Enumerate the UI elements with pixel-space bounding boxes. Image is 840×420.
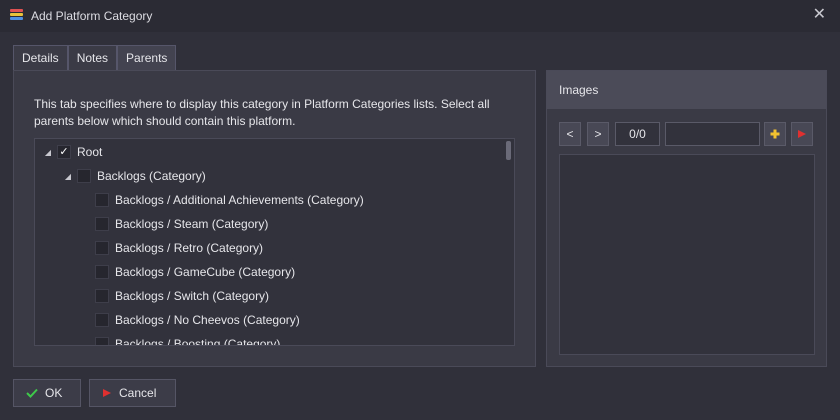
checkbox[interactable]	[95, 193, 109, 207]
image-preview-area	[559, 154, 815, 355]
tree-item-label: Backlogs / Steam (Category)	[115, 217, 269, 231]
tree-item-backlogs[interactable]: ◢ Backlogs (Category)	[63, 164, 206, 188]
tree-item-label: Backlogs / Boosting (Category)	[115, 337, 281, 346]
ok-button[interactable]: OK	[13, 379, 81, 407]
app-stripes-icon	[10, 9, 23, 22]
tree-item-label: Backlogs / No Cheevos (Category)	[115, 313, 300, 327]
ok-label: OK	[45, 386, 63, 400]
checkbox[interactable]	[77, 169, 91, 183]
tree-item[interactable]: Backlogs / Switch (Category)	[95, 284, 269, 308]
checkmark-icon	[26, 388, 38, 398]
add-image-button[interactable]	[764, 122, 786, 146]
tree-item-label: Backlogs / Retro (Category)	[115, 241, 264, 255]
tree-item[interactable]: Backlogs / No Cheevos (Category)	[95, 308, 300, 332]
tree-item-label: Backlogs / GameCube (Category)	[115, 265, 296, 279]
parents-panel: This tab specifies where to display this…	[13, 70, 536, 367]
plus-icon	[770, 129, 780, 139]
prev-image-button[interactable]: <	[559, 122, 581, 146]
close-icon[interactable]: ✕	[813, 6, 826, 24]
cancel-button[interactable]: Cancel	[89, 379, 176, 407]
tree-item[interactable]: Backlogs / GameCube (Category)	[95, 260, 295, 284]
checkbox[interactable]	[95, 337, 109, 345]
tab-details[interactable]: Details	[13, 45, 68, 70]
tree-item-label: Root	[77, 145, 103, 159]
tab-strip: Details Notes Parents	[13, 45, 177, 71]
tree-item-root[interactable]: ◢ ✓ Root	[43, 140, 102, 164]
remove-icon	[798, 130, 806, 138]
tab-notes[interactable]: Notes	[67, 45, 118, 70]
tree-item[interactable]: Backlogs / Boosting (Category)	[95, 332, 281, 346]
parents-tree[interactable]: ◢ ✓ Root ◢ Backlogs (Category) Backlogs …	[34, 138, 515, 346]
tree-item-label: Backlogs / Additional Achievements (Cate…	[115, 193, 364, 207]
expand-arrow-icon[interactable]: ◢	[43, 148, 53, 157]
checkbox[interactable]	[95, 265, 109, 279]
scrollbar-thumb[interactable]	[506, 141, 511, 160]
images-header: Images	[547, 71, 826, 109]
tree-item[interactable]: Backlogs / Additional Achievements (Cate…	[95, 188, 364, 212]
cancel-label: Cancel	[119, 386, 157, 400]
checkbox[interactable]	[95, 217, 109, 231]
checkbox[interactable]	[95, 241, 109, 255]
tree-item[interactable]: Backlogs / Steam (Category)	[95, 212, 268, 236]
expand-arrow-icon[interactable]: ◢	[63, 172, 73, 181]
images-panel: Images < > 0/0	[546, 70, 827, 367]
tree-item-label: Backlogs / Switch (Category)	[115, 289, 270, 303]
image-counter: 0/0	[615, 122, 660, 146]
tree-item[interactable]: Backlogs / Retro (Category)	[95, 236, 263, 260]
parents-description: This tab specifies where to display this…	[34, 97, 490, 128]
checkbox[interactable]	[95, 289, 109, 303]
window-title: Add Platform Category	[31, 9, 153, 23]
next-image-button[interactable]: >	[587, 122, 609, 146]
tab-parents[interactable]: Parents	[117, 45, 177, 71]
checkbox[interactable]	[95, 313, 109, 327]
title-bar: Add Platform Category ✕	[0, 0, 840, 32]
cancel-icon	[103, 389, 111, 397]
tree-item-label: Backlogs (Category)	[97, 169, 206, 183]
checkbox-root[interactable]: ✓	[57, 145, 71, 159]
checkmark-icon: ✓	[59, 146, 69, 158]
remove-image-button[interactable]	[791, 122, 813, 146]
image-name-field[interactable]	[665, 122, 760, 146]
